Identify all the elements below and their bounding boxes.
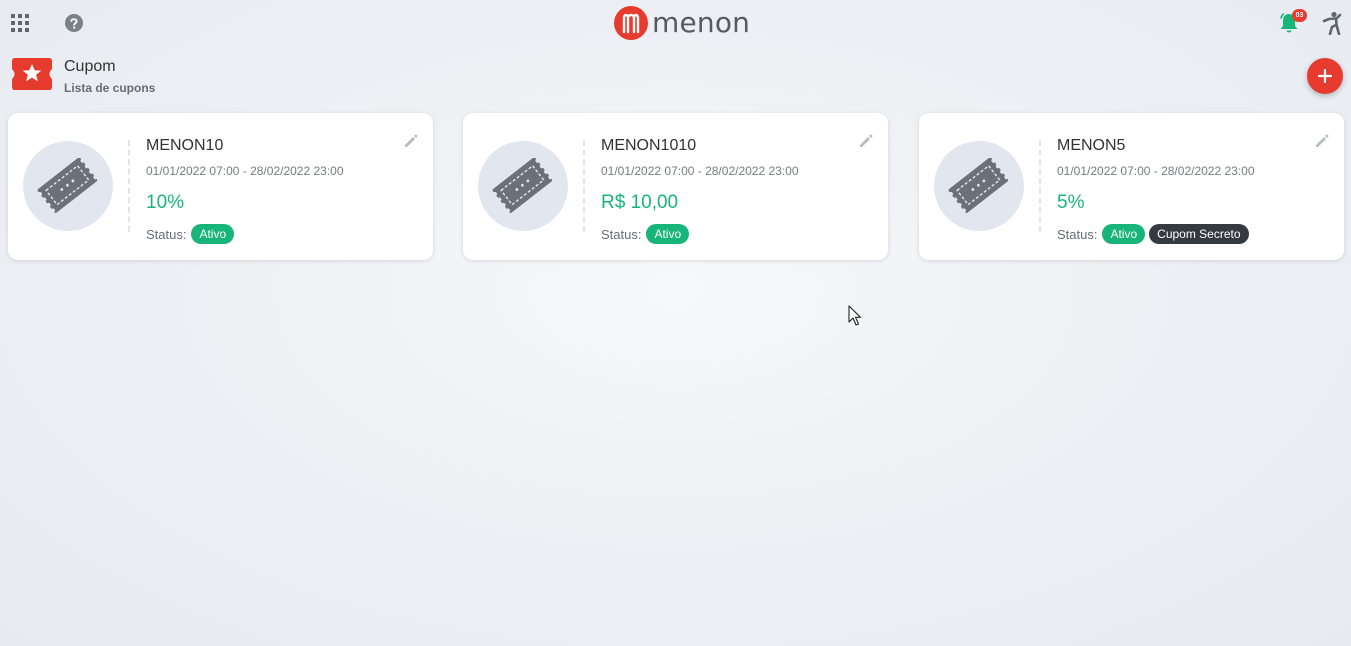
status-label: Status: (1057, 226, 1098, 242)
coupon-value: 5% (1057, 192, 1085, 213)
coupon-status: Status: Ativo (601, 224, 690, 244)
coupon-code: MENON5 (1057, 137, 1126, 154)
coupon-period: 01/01/2022 07:00 - 28/02/2022 23:00 (1057, 164, 1255, 178)
coupon-star-icon (12, 58, 52, 90)
coupon-status: Status: Ativo (146, 224, 235, 244)
ticket-icon (934, 141, 1024, 231)
coupon-value: R$ 10,00 (601, 192, 679, 213)
logo-text: menon (652, 6, 751, 39)
card-divider (1039, 140, 1041, 232)
edit-icon[interactable] (858, 133, 874, 149)
mouse-cursor-icon (848, 305, 862, 327)
coupon-code: MENON1010 (601, 137, 697, 154)
ticket-icon (478, 141, 568, 231)
status-badge-active: Ativo (1102, 224, 1146, 244)
user-icon[interactable] (1321, 11, 1343, 36)
edit-icon[interactable] (403, 133, 419, 149)
status-badge-active: Ativo (191, 224, 235, 244)
coupon-period: 01/01/2022 07:00 - 28/02/2022 23:00 (146, 164, 344, 178)
card-divider (583, 140, 585, 232)
coupon-status: Status: Ativo Cupom Secreto (1057, 224, 1249, 244)
edit-icon[interactable] (1314, 133, 1330, 149)
coupon-card[interactable]: MENON10 01/01/2022 07:00 - 28/02/2022 23… (8, 113, 433, 260)
status-label: Status: (601, 226, 642, 242)
notification-count-badge: 03 (1292, 9, 1307, 22)
coupon-value: 10% (146, 192, 185, 213)
coupon-card[interactable]: MENON5 01/01/2022 07:00 - 28/02/2022 23:… (919, 113, 1344, 260)
help-icon[interactable] (65, 14, 83, 32)
add-coupon-button[interactable] (1307, 58, 1343, 94)
coupon-period: 01/01/2022 07:00 - 28/02/2022 23:00 (601, 164, 799, 178)
page-subtitle: Lista de cupons (64, 81, 156, 95)
top-bar: menon 03 (0, 0, 1351, 46)
page-title: Cupom (64, 58, 116, 75)
coupon-card[interactable]: MENON1010 01/01/2022 07:00 - 28/02/2022 … (463, 113, 888, 260)
plus-icon (1318, 69, 1332, 83)
status-badge-active: Ativo (646, 224, 690, 244)
menon-logo[interactable]: menon (613, 6, 750, 40)
status-label: Status: (146, 226, 187, 242)
coupon-code: MENON10 (146, 137, 224, 154)
apps-grid-icon[interactable] (11, 14, 29, 32)
ticket-icon (23, 141, 113, 231)
menon-logo-mark (614, 6, 648, 40)
card-divider (128, 140, 130, 232)
status-badge-secret: Cupom Secreto (1149, 224, 1249, 244)
